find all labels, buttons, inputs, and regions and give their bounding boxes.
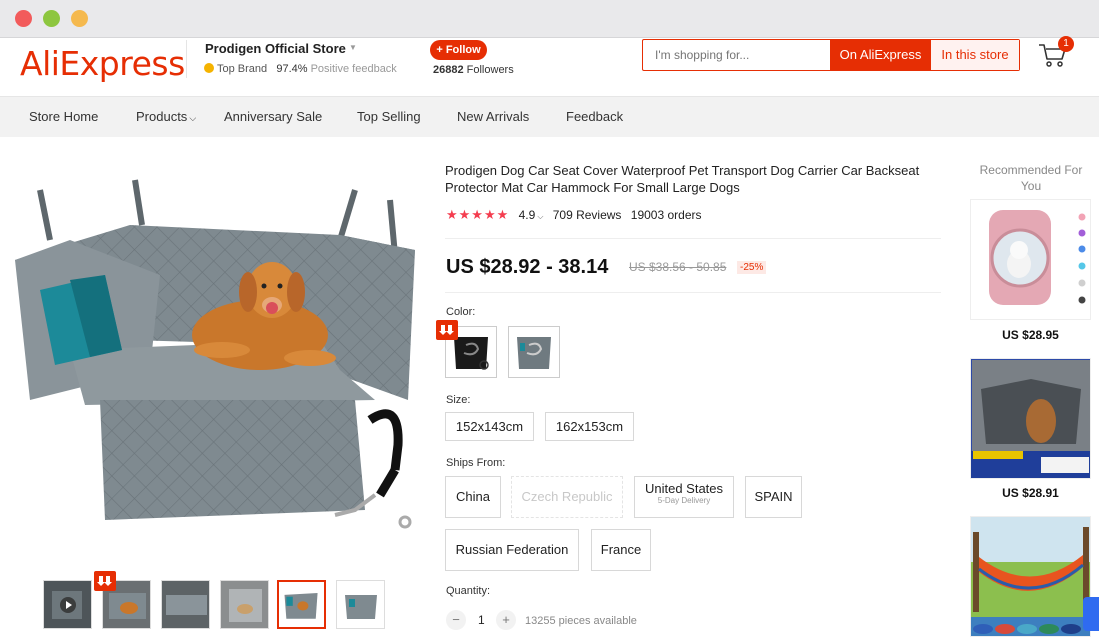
rating-row: ★★★★★ 4.9 ⌵ 709 Reviews 19003 orders: [446, 207, 708, 223]
nav-anniversary-sale[interactable]: Anniversary Sale: [224, 109, 322, 124]
us-delivery-note: 5-Day Delivery: [657, 496, 711, 505]
nav-products[interactable]: Products ⌵: [136, 109, 196, 124]
search-bar: On AliExpress In this store: [642, 39, 1020, 71]
recommended-item-2[interactable]: [970, 358, 1091, 479]
recommended-item-1[interactable]: [970, 199, 1091, 320]
feedback-label: Positive feedback: [310, 63, 397, 75]
sale-badge-icon: [436, 320, 458, 340]
available-pieces: 13255 pieces available: [525, 615, 637, 627]
product-title: Prodigen Dog Car Seat Cover Waterproof P…: [445, 163, 920, 195]
color-swatch-image: [517, 337, 551, 369]
top-brand-medal-icon: [204, 63, 214, 73]
nav-feedback[interactable]: Feedback: [566, 109, 623, 124]
thumbnail-6[interactable]: [336, 580, 385, 629]
rating-value[interactable]: 4.9: [519, 208, 536, 222]
quantity-plus-button[interactable]: +: [496, 610, 516, 630]
reviews-count[interactable]: 709 Reviews: [553, 208, 622, 222]
quantity-label: Quantity:: [446, 585, 491, 597]
nav-new-arrivals[interactable]: New Arrivals: [457, 109, 529, 124]
ships-from-russian-federation[interactable]: Russian Federation: [445, 529, 579, 571]
divider: [445, 238, 941, 239]
ships-from-us-label: United States: [644, 481, 724, 496]
thumbnail-3[interactable]: [161, 580, 210, 629]
store-nav: Store Home Products ⌵ Anniversary Sale To…: [0, 96, 1099, 137]
followers-label: Followers: [466, 64, 514, 76]
thumbnail-5-selected[interactable]: [277, 580, 326, 629]
ships-from-china[interactable]: China: [445, 476, 501, 518]
search-store-button[interactable]: In this store: [931, 40, 1019, 70]
ships-from-france[interactable]: France: [591, 529, 651, 571]
thumbnail-image: [337, 581, 384, 628]
chevron-down-icon: ⌵: [189, 113, 197, 123]
nav-products-label: Products: [136, 109, 188, 124]
color-option-grey[interactable]: [508, 326, 560, 378]
car-seat-cover-image: [971, 359, 1090, 478]
color-label: Color:: [446, 306, 476, 318]
store-caret-icon[interactable]: ▼: [349, 43, 357, 52]
ships-from-united-states[interactable]: United States 5-Day Delivery: [634, 476, 734, 518]
site-header: AliExpress Prodigen Official Store ▼ Top…: [0, 36, 1099, 96]
nav-top-selling[interactable]: Top Selling: [357, 109, 421, 124]
quantity-minus-button[interactable]: −: [446, 610, 466, 630]
followers: 26882 Followers: [433, 64, 514, 76]
thumbnail-4[interactable]: [220, 580, 269, 629]
chevron-down-icon[interactable]: ⌵: [537, 212, 543, 221]
follow-button[interactable]: + Follow: [430, 40, 487, 60]
rating-stars: ★★★★★: [446, 207, 510, 222]
header-divider: [186, 40, 187, 78]
size-option-152x143[interactable]: 152x143cm: [445, 412, 534, 441]
video-thumbnail-image: [44, 581, 91, 628]
divider: [445, 292, 941, 293]
discount-badge: -25%: [737, 261, 767, 274]
ships-from-spain[interactable]: SPAIN: [745, 476, 802, 518]
minimize-window-button[interactable]: [43, 10, 60, 27]
recommended-item-3[interactable]: [970, 516, 1091, 637]
search-input[interactable]: [655, 48, 825, 62]
thumbnail-image: [221, 581, 268, 628]
followers-count: 26882: [433, 64, 464, 76]
sale-badge-icon: [94, 571, 116, 591]
search-aliexpress-button[interactable]: On AliExpress: [830, 40, 931, 70]
aliexpress-logo[interactable]: AliExpress: [20, 44, 185, 83]
thumbnail-image: [279, 582, 324, 627]
recommended-price-1[interactable]: US $28.95: [970, 328, 1091, 342]
cart-count-badge: 1: [1058, 36, 1074, 52]
main-product-image[interactable]: [10, 170, 430, 530]
recommended-price-2[interactable]: US $28.91: [970, 486, 1091, 500]
window-titlebar: [0, 0, 1099, 38]
quantity-value[interactable]: 1: [478, 613, 485, 627]
ships-from-czech-republic: Czech Republic: [511, 476, 623, 518]
hammock-image: [971, 517, 1090, 636]
orders-count: 19003 orders: [630, 208, 702, 222]
recommended-title: Recommended For You: [979, 163, 1083, 193]
zoom-window-button[interactable]: [71, 10, 88, 27]
original-price: US $38.56 - 50.85: [629, 260, 727, 274]
pet-backpack-image: [971, 200, 1090, 319]
size-label: Size:: [446, 394, 471, 406]
close-window-button[interactable]: [15, 10, 32, 27]
product-price: US $28.92 - 38.14: [446, 256, 609, 278]
chat-widget-button[interactable]: [1083, 597, 1099, 631]
top-brand-label: Top Brand: [217, 63, 268, 75]
store-name-link[interactable]: Prodigen Official Store: [205, 41, 346, 56]
ships-from-label: Ships From:: [446, 457, 506, 469]
thumbnail-image: [162, 581, 209, 628]
thumbnail-video[interactable]: [43, 580, 92, 629]
nav-store-home[interactable]: Store Home: [29, 109, 98, 124]
feedback-percent: 97.4%: [276, 63, 308, 75]
store-meta: Top Brand 97.4% Positive feedback: [204, 63, 397, 75]
size-option-162x153[interactable]: 162x153cm: [545, 412, 634, 441]
